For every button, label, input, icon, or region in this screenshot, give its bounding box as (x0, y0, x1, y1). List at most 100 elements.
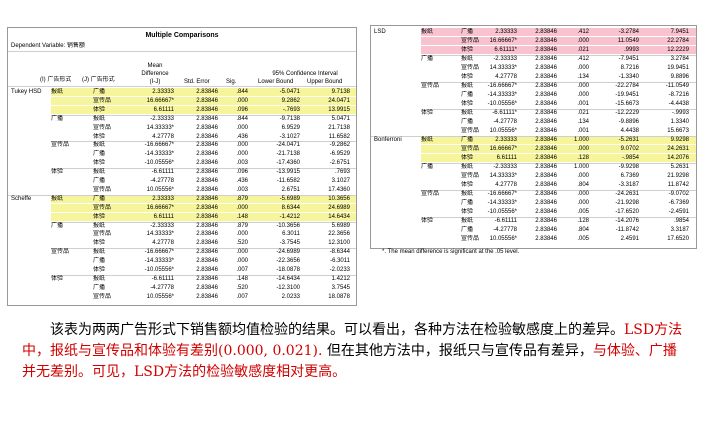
table-row: 体验 4.27778 2.83846 .436 -3.1027 11.6582 (8, 133, 356, 141)
cell-se: 2.83846 (196, 258, 218, 265)
cell-se: 2.83846 (535, 182, 557, 188)
cell-sig: .000 (577, 200, 589, 206)
cell-lb: 2.0233 (281, 293, 300, 300)
cell-se: 2.83846 (535, 56, 557, 62)
cell-i: 报纸 (51, 195, 64, 202)
cell-md: 10.05556* (146, 186, 174, 193)
table-row: 体验 报纸 -6.61111 2.83846 .096 -13.9915 .7693 (8, 168, 356, 176)
cell-m: Scheffe (11, 195, 32, 202)
cell-se: 2.83846 (535, 146, 557, 152)
cell-se: 2.83846 (196, 275, 218, 282)
cell-lb: 9.2862 (281, 97, 300, 104)
cell-sig: .844 (236, 115, 248, 122)
cell-sig: 1.000 (573, 137, 589, 143)
cell-lb: -19.9451 (615, 92, 639, 98)
cell-md: -4.27778 (150, 284, 174, 291)
cell-sig: .005 (577, 236, 589, 242)
cell-i: 报纸 (421, 29, 434, 35)
cell-ub: -2.4591 (668, 209, 689, 215)
cell-i: 宣传品 (421, 83, 440, 89)
cell-ub: 1.4212 (331, 275, 350, 282)
cell-md: -2.33333 (150, 115, 174, 122)
cell-sig: .436 (236, 133, 248, 140)
cell-ub: -.9993 (671, 110, 689, 116)
cell-m: LSD (374, 29, 386, 35)
table-row: 广播 报纸 -2.33333 2.83846.412 -7.9451 3.2784 (371, 55, 696, 63)
cell-se: 2.83846 (535, 164, 557, 170)
table-row: 宣传品 报纸 -16.66667* 2.83846.000 -24.2631 -9.070… (371, 190, 696, 198)
cell-se: 2.83846 (196, 240, 218, 247)
paragraph-part-3: 但在其他方法中，报纸只与宣传品有差异， (322, 343, 593, 359)
header-ub: Upper Bound (307, 79, 343, 85)
cell-md: 14.33333* (146, 124, 174, 131)
right-comparison-table: LSD 报纸 广播 2.33333 2.83846.412 -3.2784 7.9451 宣传… (370, 25, 697, 249)
cell-md: -6.61111 (494, 218, 517, 224)
table-row: 广播 报纸 -2.33333 2.83846 .844 -9.7138 5.0471 (8, 114, 356, 123)
table-row: 宣传品 报纸 -16.66667* 2.83846.000 -22.2784 -11.05… (371, 82, 696, 90)
cell-j: 广播 (93, 284, 106, 291)
cell-ub: 14.2076 (667, 155, 689, 161)
cell-se: 2.83846 (535, 110, 557, 116)
cell-lb: 4.4438 (620, 128, 639, 134)
table-row: 广播 -4.27778 2.83846.804 -11.8742 3.3187 (371, 226, 696, 234)
cell-se: 2.83846 (535, 74, 557, 80)
cell-md: 6.61111 (496, 155, 517, 161)
cell-sig: .412 (577, 29, 589, 35)
cell-sig: .000 (236, 97, 248, 104)
cell-j: 广播 (93, 178, 106, 184)
cell-i: 体验 (421, 110, 434, 116)
cell-ub: -9.0702 (668, 191, 689, 197)
header-md-2: Difference (141, 71, 169, 77)
cell-sig: .134 (577, 74, 589, 80)
cell-sig: .021 (577, 47, 589, 53)
cell-md: 16.66667* (489, 146, 517, 152)
cell-lb: -24.6989 (276, 249, 300, 256)
cell-j: 报纸 (93, 169, 106, 176)
cell-sig: .844 (236, 89, 248, 95)
cell-lb: -17.4360 (276, 160, 300, 167)
cell-se: 2.83846 (196, 178, 218, 184)
dependent-variable-label: Dependent Variable: 销售额 (11, 43, 85, 49)
table-row: LSD 报纸 广播 2.33333 2.83846.412 -3.2784 7.9451 (371, 28, 696, 36)
cell-se: 2.83846 (196, 97, 218, 104)
table-row: Tukey HSD 报纸 广播 2.33333 2.83846 .844 -5.0471 9.… (8, 88, 356, 96)
cell-md: 10.05556* (146, 293, 174, 300)
cell-j: 体验 (93, 240, 106, 247)
cell-ub: 15.6673 (667, 128, 689, 134)
cell-ub: -9.2862 (329, 142, 350, 149)
cell-sig: .804 (577, 227, 589, 233)
cell-j: 体验 (93, 213, 106, 220)
cell-ub: 9.8896 (670, 74, 689, 80)
cell-md: -2.33333 (150, 222, 174, 229)
cell-se: 2.83846 (196, 133, 218, 140)
cell-ub: 24.2631 (667, 146, 689, 152)
table-row: 宣传品 14.33333* 2.83846 .000 6.3011 22.3656 (8, 230, 356, 238)
cell-lb: 6.7369 (620, 173, 639, 179)
cell-lb: 9.0702 (620, 146, 639, 152)
cell-se: 2.83846 (535, 200, 557, 206)
cell-lb: -1.3340 (618, 74, 639, 80)
cell-md: 10.05556* (489, 236, 517, 242)
cell-ub: 9.9298 (670, 137, 689, 143)
cell-md: -2.33333 (493, 164, 517, 170)
cell-lb: 8.7216 (620, 65, 639, 71)
cell-se: 2.83846 (535, 155, 557, 161)
cell-lb: -.9854 (621, 155, 639, 161)
cell-ub: .9854 (673, 218, 689, 224)
cell-ub: .7693 (334, 169, 350, 176)
cell-sig: .000 (236, 231, 248, 238)
header-divider (8, 51, 356, 52)
cell-ub: 3.1027 (331, 178, 350, 184)
cell-md: -10.05556* (487, 209, 517, 215)
cell-se: 2.83846 (196, 89, 218, 95)
cell-md: 2.33333 (495, 29, 517, 35)
cell-j: 宣传品 (93, 186, 112, 193)
cell-md: 4.27778 (495, 74, 517, 80)
cell-sig: .000 (236, 142, 248, 149)
cell-lb: -9.9298 (618, 164, 639, 170)
table-row: 广播 -4.27778 2.83846 .436 -11.6582 3.1027 (8, 177, 356, 185)
cell-ub: 19.9451 (667, 65, 689, 71)
cell-md: -16.66667* (144, 249, 174, 256)
cell-ub: 22.3656 (328, 231, 350, 238)
cell-se: 2.83846 (196, 284, 218, 291)
